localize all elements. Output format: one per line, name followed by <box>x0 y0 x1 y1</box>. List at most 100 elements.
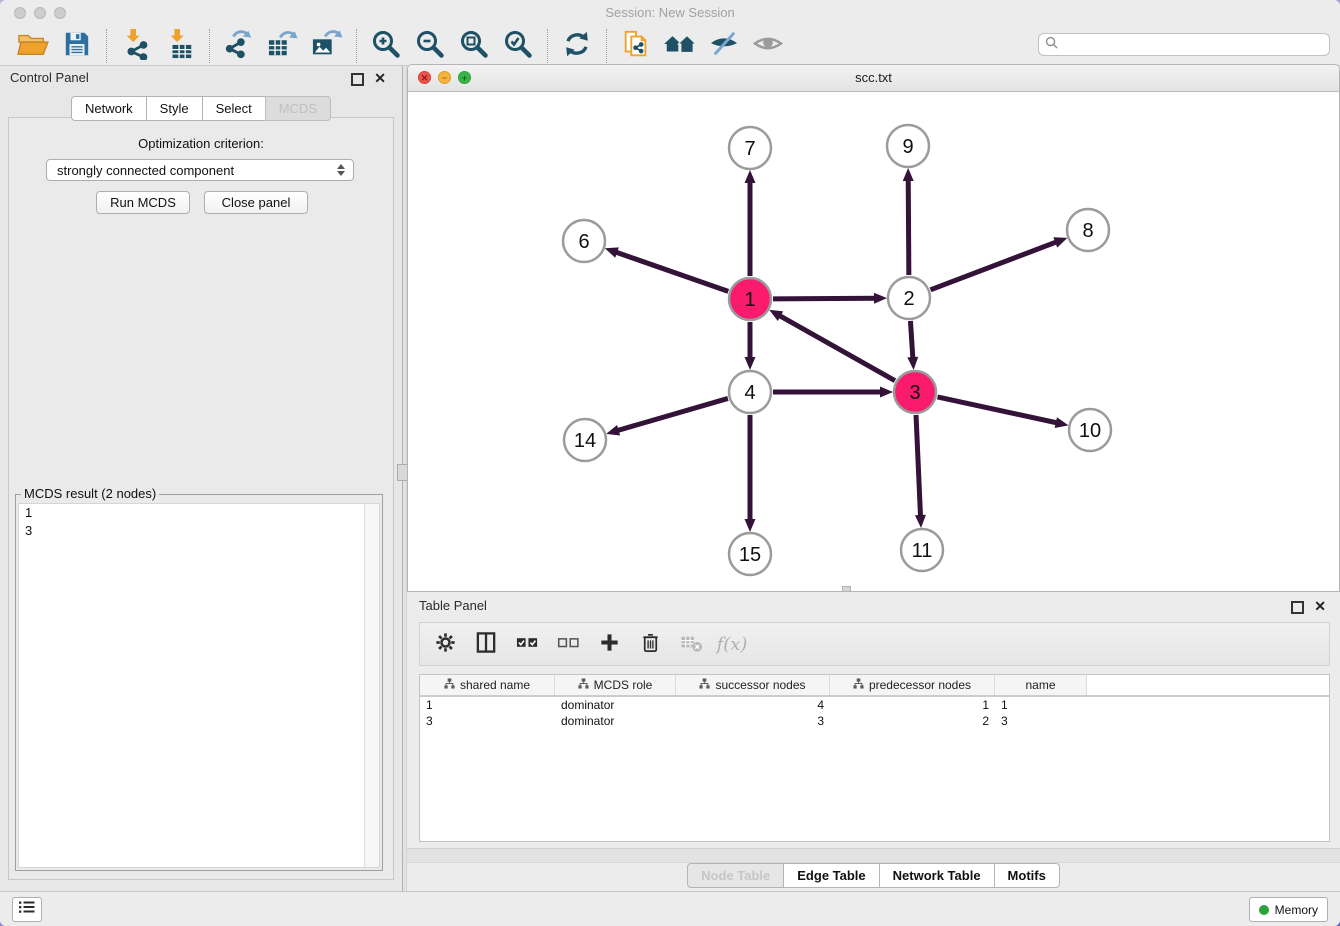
export-table-button[interactable] <box>265 30 301 62</box>
mcds-result-item[interactable]: 1 <box>19 504 379 522</box>
select-all-button[interactable] <box>514 631 540 657</box>
open-session-button[interactable] <box>15 30 51 62</box>
home-view-button[interactable] <box>662 30 698 62</box>
gear-button[interactable] <box>432 631 458 657</box>
tab-node-table[interactable]: Node Table <box>687 863 784 888</box>
graph-edge-4-14[interactable] <box>617 398 728 430</box>
tab-edge-table[interactable]: Edge Table <box>783 863 879 888</box>
graph-node-label: 11 <box>912 540 933 562</box>
table-row[interactable]: 3dominator323 <box>420 713 1329 729</box>
add-row-button[interactable] <box>596 631 622 657</box>
import-table-button[interactable] <box>162 30 198 62</box>
memory-button[interactable]: Memory <box>1249 897 1328 922</box>
tab-mcds[interactable]: MCDS <box>265 96 331 121</box>
graph-edge-1-6[interactable] <box>615 252 728 292</box>
graph-edge-3-1[interactable] <box>779 315 895 381</box>
tab-style[interactable]: Style <box>146 96 203 121</box>
import-table-icon <box>165 28 195 63</box>
table-cell[interactable]: 1 <box>420 697 555 713</box>
list-icon <box>19 900 35 919</box>
close-panel-icon[interactable]: ✕ <box>374 70 386 86</box>
graph-node-8[interactable]: 8 <box>1067 209 1109 251</box>
criterion-dropdown-value: strongly connected component <box>47 163 334 178</box>
search-input[interactable] <box>1062 36 1329 53</box>
columns-button[interactable] <box>473 631 499 657</box>
table-cell[interactable]: 2 <box>830 713 995 729</box>
refresh-network-button[interactable] <box>559 30 595 62</box>
mcds-result-list[interactable]: 13 <box>18 503 380 868</box>
show-details-button[interactable] <box>750 30 786 62</box>
graph-edge-3-10[interactable] <box>937 397 1057 423</box>
column-header-predecessor-nodes[interactable]: predecessor nodes <box>830 675 995 695</box>
graph-node-label: 14 <box>574 430 596 452</box>
table-row[interactable]: 1dominator411 <box>420 697 1329 713</box>
table-cell[interactable]: dominator <box>555 697 676 713</box>
table-cell[interactable]: 1 <box>995 697 1087 713</box>
close-panel-button[interactable]: Close panel <box>204 191 308 214</box>
table-float-panel-icon[interactable] <box>1291 601 1304 614</box>
graph-node-4[interactable]: 4 <box>729 371 771 413</box>
table-close-panel-icon[interactable]: ✕ <box>1314 598 1326 614</box>
column-header-name[interactable]: name <box>995 675 1087 695</box>
column-header-MCDS-role[interactable]: MCDS role <box>555 675 676 695</box>
export-network-button[interactable] <box>221 30 257 62</box>
import-network-button[interactable] <box>118 30 154 62</box>
network-canvas[interactable]: 7 9 6 8 1 2 4 3 14 10 15 11 <box>408 92 1339 592</box>
criterion-dropdown[interactable]: strongly connected component <box>46 159 354 181</box>
graph-node-14[interactable]: 14 <box>564 419 606 461</box>
graph-node-11[interactable]: 11 <box>901 529 943 571</box>
delete-row-button[interactable] <box>637 631 663 657</box>
node-table-header: shared nameMCDS rolesuccessor nodesprede… <box>420 675 1329 697</box>
graph-node-3[interactable]: 3 <box>894 371 936 413</box>
task-history-button[interactable] <box>12 897 42 922</box>
status-bar: Memory <box>0 891 1340 926</box>
memory-status-icon <box>1259 905 1269 915</box>
graph-arrowhead-1-2 <box>874 293 887 304</box>
hide-details-button[interactable] <box>706 30 742 62</box>
graph-node-label: 2 <box>903 288 914 310</box>
graph-node-6[interactable]: 6 <box>563 220 605 262</box>
graph-node-15[interactable]: 15 <box>729 533 771 575</box>
tab-network[interactable]: Network <box>71 96 147 121</box>
graph-node-10[interactable]: 10 <box>1069 409 1111 451</box>
graph-node-7[interactable]: 7 <box>729 127 771 169</box>
column-header-shared-name[interactable]: shared name <box>420 675 555 695</box>
column-header-successor-nodes[interactable]: successor nodes <box>676 675 830 695</box>
graph-node-1[interactable]: 1 <box>729 278 771 320</box>
search-box[interactable] <box>1038 33 1330 56</box>
mcds-result-item[interactable]: 3 <box>19 522 379 540</box>
table-cell[interactable]: 3 <box>995 713 1087 729</box>
graph-node-9[interactable]: 9 <box>887 125 929 167</box>
graph-edge-3-11[interactable] <box>916 415 921 517</box>
graph-node-2[interactable]: 2 <box>888 277 930 319</box>
table-cell[interactable]: 1 <box>830 697 995 713</box>
tab-motifs[interactable]: Motifs <box>994 863 1060 888</box>
float-panel-icon[interactable] <box>351 73 364 86</box>
table-toolbar: f(x) <box>419 622 1330 666</box>
open-session-icon <box>17 30 49 61</box>
tab-select[interactable]: Select <box>202 96 266 121</box>
zoom-out-button[interactable] <box>412 30 448 62</box>
result-scrollbar[interactable] <box>364 504 379 867</box>
table-cell[interactable]: 3 <box>420 713 555 729</box>
zoom-selected-button[interactable] <box>500 30 536 62</box>
table-tabs: Node TableEdge TableNetwork TableMotifs <box>407 863 1340 888</box>
export-image-button[interactable] <box>309 30 345 62</box>
graph-edge-2-8[interactable] <box>931 242 1058 290</box>
zoom-fit-button[interactable] <box>456 30 492 62</box>
table-cell[interactable]: 4 <box>676 697 830 713</box>
table-cell[interactable]: 3 <box>676 713 830 729</box>
network-titlebar[interactable]: ✕ − + scc.txt <box>408 65 1339 92</box>
deselect-all-button[interactable] <box>555 631 581 657</box>
save-session-button[interactable] <box>59 30 95 62</box>
graph-edge-2-3[interactable] <box>910 321 912 359</box>
graph-edge-2-9[interactable] <box>908 179 909 275</box>
graph-arrowhead-1-4 <box>745 357 756 370</box>
tab-network-table[interactable]: Network Table <box>879 863 995 888</box>
graph-edge-1-2[interactable] <box>773 298 876 299</box>
table-cell[interactable]: dominator <box>555 713 676 729</box>
zoom-in-button[interactable] <box>368 30 404 62</box>
clone-network-button[interactable] <box>618 30 654 62</box>
run-mcds-button[interactable]: Run MCDS <box>96 191 190 214</box>
save-session-icon <box>63 30 91 61</box>
